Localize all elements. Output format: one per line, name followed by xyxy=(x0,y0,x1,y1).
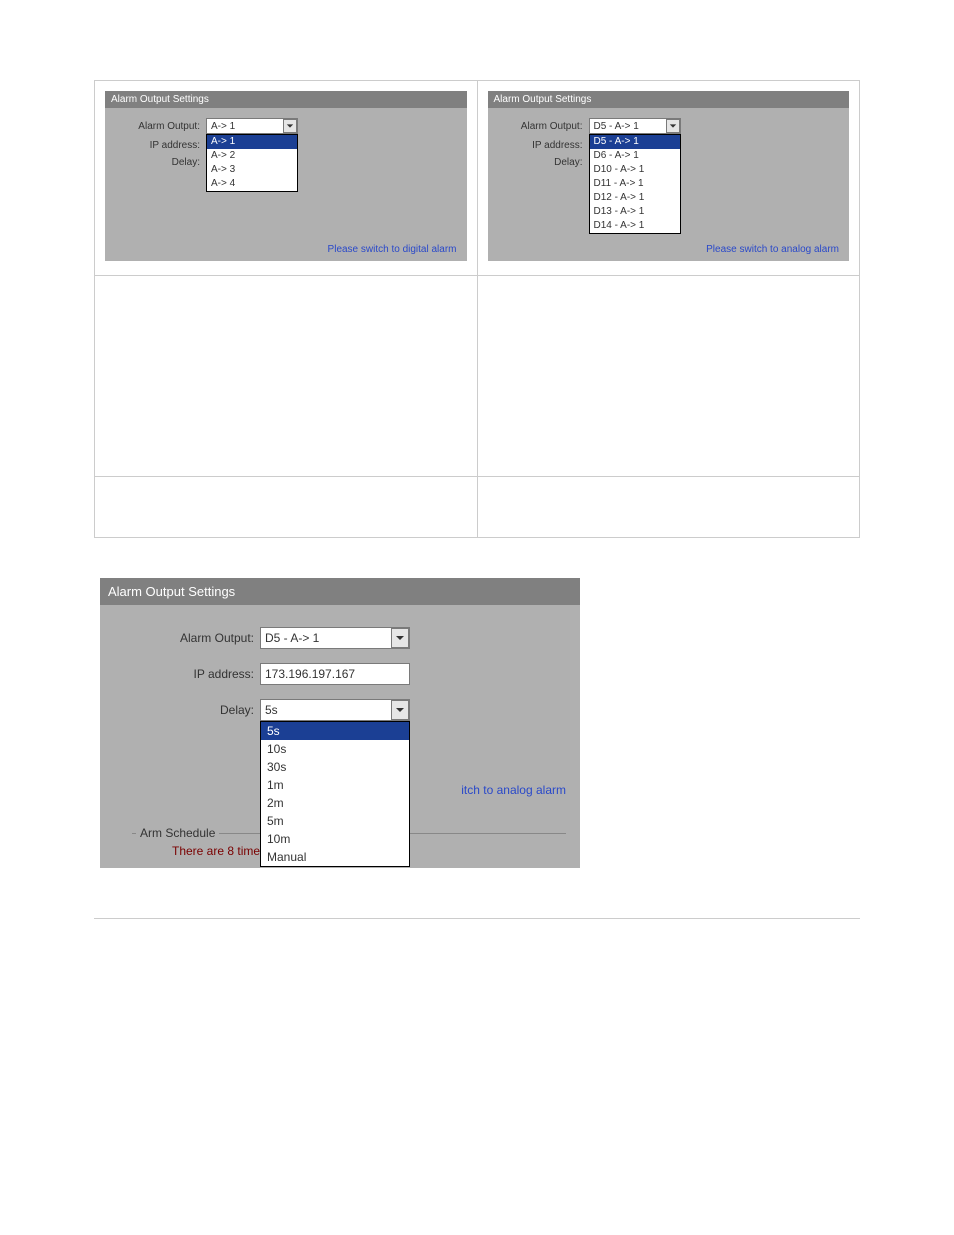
alarm-output-value: A-> 1 xyxy=(211,121,235,132)
alarm-output-value: D5 - A-> 1 xyxy=(265,631,319,645)
delay-option[interactable]: 10m xyxy=(261,830,409,848)
delay-label: Delay: xyxy=(114,703,260,717)
delay-dropdown[interactable]: 5s 10s 30s 1m 2m 5m 10m Manual xyxy=(260,721,410,867)
delay-option[interactable]: 2m xyxy=(261,794,409,812)
alarm-output-option[interactable]: A-> 2 xyxy=(207,149,297,163)
switch-to-digital-link[interactable]: Please switch to digital alarm xyxy=(328,244,457,255)
delay-option[interactable]: 30s xyxy=(261,758,409,776)
chevron-down-icon[interactable] xyxy=(391,700,409,720)
divider xyxy=(94,918,860,919)
delay-option[interactable]: 5m xyxy=(261,812,409,830)
switch-to-analog-link[interactable]: Please switch to analog alarm xyxy=(706,244,839,255)
alarm-output-label: Alarm Output: xyxy=(115,121,206,132)
alarm-output-option[interactable]: D10 - A-> 1 xyxy=(590,163,680,177)
alarm-output-select[interactable]: A-> 1 xyxy=(206,118,298,134)
alarm-output-option[interactable]: D14 - A-> 1 xyxy=(590,219,680,233)
ip-address-label: IP address: xyxy=(498,140,589,151)
alarm-output-option[interactable]: D5 - A-> 1 xyxy=(590,135,680,149)
alarm-output-option[interactable]: A-> 4 xyxy=(207,177,297,191)
alarm-output-option[interactable]: D13 - A-> 1 xyxy=(590,205,680,219)
chevron-down-icon[interactable] xyxy=(391,628,409,648)
alarm-output-select[interactable]: D5 - A-> 1 xyxy=(589,118,681,134)
chevron-down-icon[interactable] xyxy=(666,119,680,133)
delay-option[interactable]: 1m xyxy=(261,776,409,794)
ip-address-label: IP address: xyxy=(114,667,260,681)
delay-value: 5s xyxy=(265,703,278,717)
alarm-output-label: Alarm Output: xyxy=(498,121,589,132)
chevron-down-icon[interactable] xyxy=(283,119,297,133)
alarm-output-select[interactable]: D5 - A-> 1 xyxy=(260,627,410,649)
panel-title: Alarm Output Settings xyxy=(488,91,850,108)
alarm-output-option[interactable]: D12 - A-> 1 xyxy=(590,191,680,205)
switch-to-analog-link-partial[interactable]: itch to analog alarm xyxy=(461,783,566,797)
delay-option[interactable]: 5s xyxy=(261,722,409,740)
alarm-output-option[interactable]: A-> 3 xyxy=(207,163,297,177)
alarm-output-dropdown[interactable]: D5 - A-> 1 D6 - A-> 1 D10 - A-> 1 D11 - … xyxy=(589,134,681,234)
panel-title: Alarm Output Settings xyxy=(100,578,580,605)
alarm-output-settings-panel-digital: Alarm Output Settings Alarm Output: D5 -… xyxy=(488,91,850,261)
alarm-output-dropdown[interactable]: A-> 1 A-> 2 A-> 3 A-> 4 xyxy=(206,134,298,192)
alarm-output-value: D5 - A-> 1 xyxy=(594,121,639,132)
delay-label: Delay: xyxy=(498,157,589,168)
delay-option[interactable]: 10s xyxy=(261,740,409,758)
delay-label: Delay: xyxy=(115,157,206,168)
alarm-output-option[interactable]: D6 - A-> 1 xyxy=(590,149,680,163)
comparison-table: Alarm Output Settings Alarm Output: A-> … xyxy=(94,80,860,538)
alarm-output-option[interactable]: A-> 1 xyxy=(207,135,297,149)
alarm-output-settings-panel-analog: Alarm Output Settings Alarm Output: A-> … xyxy=(105,91,467,261)
ip-address-label: IP address: xyxy=(115,140,206,151)
ip-address-input[interactable]: 173.196.197.167 xyxy=(260,663,410,685)
alarm-output-option[interactable]: D11 - A-> 1 xyxy=(590,177,680,191)
delay-select[interactable]: 5s xyxy=(260,699,410,721)
alarm-output-settings-panel-large: Alarm Output Settings Alarm Output: D5 -… xyxy=(100,578,580,868)
alarm-output-label: Alarm Output: xyxy=(114,631,260,645)
panel-title: Alarm Output Settings xyxy=(105,91,467,108)
delay-option[interactable]: Manual xyxy=(261,848,409,866)
arm-schedule-label: Arm Schedule xyxy=(136,826,219,840)
